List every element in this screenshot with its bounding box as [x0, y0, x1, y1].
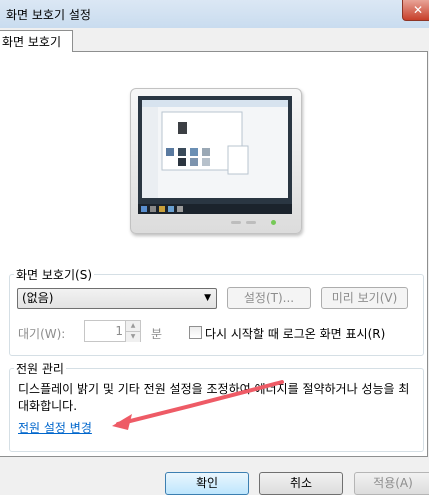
- apply-button[interactable]: 적용(A): [354, 472, 429, 495]
- cancel-button[interactable]: 취소: [259, 472, 343, 495]
- annotation-arrow-icon: [112, 380, 284, 430]
- tab-screensaver[interactable]: 화면 보호기: [0, 30, 73, 52]
- ok-button[interactable]: 확인: [165, 472, 249, 495]
